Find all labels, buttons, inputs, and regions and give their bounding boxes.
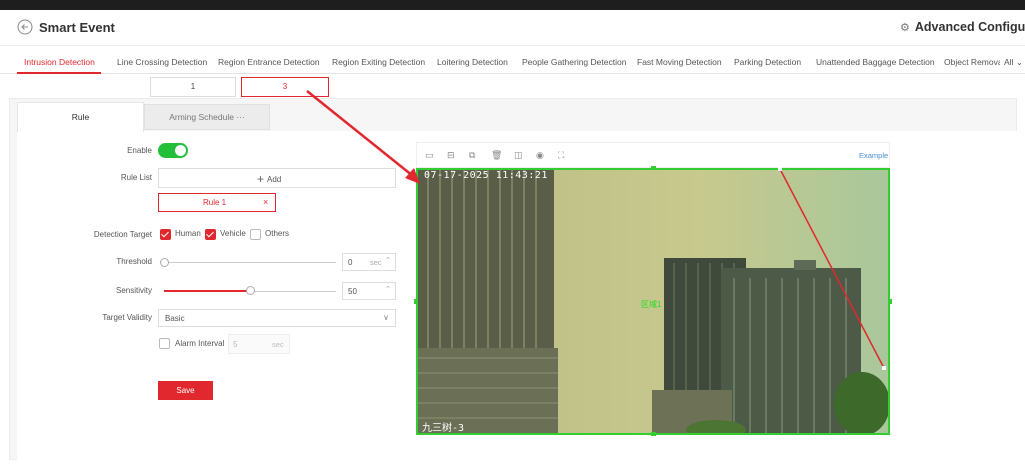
alarm-interval-input[interactable]: 5 sec (228, 334, 290, 354)
page-header: Smart Event ⚙ Advanced Configuratio (0, 10, 1025, 46)
spinner-icon[interactable]: ⌃ (385, 256, 391, 264)
window-top-bar (0, 0, 1025, 10)
delete-icon[interactable]: 🗑 (491, 150, 502, 161)
enable-label: Enable (127, 146, 152, 155)
gear-icon: ⚙ (900, 22, 910, 34)
back-arrow-icon[interactable] (17, 19, 33, 35)
rule-list-box: + Add (158, 168, 396, 188)
alarm-interval-unit: sec (272, 340, 284, 349)
tab-unattended-baggage-detection[interactable]: Unattended Baggage Detection (816, 57, 935, 67)
others-label: Others (265, 229, 290, 238)
tab-fast-moving-detection[interactable]: Fast Moving Detection (637, 57, 722, 67)
tab-line-crossing-detection[interactable]: Line Crossing Detection (117, 57, 207, 67)
toggle-knob (175, 145, 186, 156)
tab-arming-schedule[interactable]: Arming Schedule ··· (144, 104, 270, 130)
sensitivity-slider-handle[interactable] (246, 286, 255, 295)
alarm-interval-label: Alarm Interval (175, 339, 225, 348)
draw-area-icon[interactable]: ▭ (425, 150, 434, 161)
tab-intrusion-detection[interactable]: Intrusion Detection (24, 57, 95, 67)
threshold-value: 0 (348, 258, 353, 267)
add-rule-label: Add (267, 175, 282, 184)
tab-loitering-detection[interactable]: Loitering Detection (437, 57, 508, 67)
alarm-interval-checkbox[interactable] (159, 338, 170, 349)
channel-tab-3[interactable]: 3 (241, 77, 329, 97)
rule-item[interactable]: Rule 1 × (158, 193, 276, 212)
vehicle-checkbox[interactable] (205, 229, 216, 240)
add-rule-button[interactable]: + Add (257, 172, 281, 186)
tab-region-entrance-detection[interactable]: Region Entrance Detection (218, 57, 320, 67)
alarm-interval-value: 5 (233, 340, 238, 349)
fullscreen-icon[interactable]: ⛶ (558, 150, 564, 161)
page-title: Smart Event (39, 20, 115, 35)
vehicle-label: Vehicle (220, 229, 246, 238)
sensitivity-slider-fill (164, 290, 250, 292)
region-label: 区域1 (641, 300, 662, 309)
target-validity-label: Target Validity (102, 313, 152, 322)
enable-toggle[interactable] (158, 143, 188, 158)
record-icon[interactable]: ◉ (536, 150, 544, 161)
osd-timestamp: 07-17-2025 11:43:21 (424, 170, 548, 181)
sensitivity-input[interactable]: 50 ⌃ (342, 282, 396, 300)
human-checkbox[interactable] (160, 229, 171, 240)
threshold-input[interactable]: 0 sec ⌃ (342, 253, 396, 271)
max-size-icon[interactable]: ⊟ (447, 150, 455, 161)
chevron-down-icon: ∨ (383, 313, 389, 322)
threshold-label: Threshold (116, 257, 152, 266)
advanced-configuration-link[interactable]: ⚙ Advanced Configuratio (900, 20, 1025, 34)
threshold-unit: sec (370, 258, 382, 267)
snapshot-icon[interactable]: ◫ (514, 150, 523, 161)
plus-icon: + (257, 172, 265, 186)
human-label: Human (175, 229, 201, 238)
min-size-icon[interactable]: ⧉ (469, 150, 475, 161)
threshold-slider-handle[interactable] (160, 258, 169, 267)
sensitivity-value: 50 (348, 287, 357, 296)
chevron-down-icon: ⌄ (1015, 57, 1023, 67)
active-tab-indicator (17, 72, 101, 74)
video-toolbar: ▭ ⊟ ⧉ 🗑 ◫ ◉ ⛶ Example (416, 142, 890, 168)
rule-list-label: Rule List (120, 173, 152, 182)
detection-tabs: Intrusion Detection Line Crossing Detect… (0, 47, 1025, 74)
example-link[interactable]: Example (859, 151, 888, 160)
tab-all-dropdown[interactable]: All ⌄ (1004, 57, 1023, 68)
others-checkbox[interactable] (250, 229, 261, 240)
sensitivity-label: Sensitivity (115, 286, 152, 295)
threshold-slider-track[interactable] (164, 262, 336, 263)
save-button[interactable]: Save (158, 381, 213, 400)
tab-region-exiting-detection[interactable]: Region Exiting Detection (332, 57, 425, 67)
advanced-configuration-label: Advanced Configuratio (914, 20, 1025, 34)
detection-target-label: Detection Target (93, 230, 152, 239)
spinner-icon[interactable]: ⌃ (385, 285, 391, 293)
target-validity-select[interactable]: Basic ∨ (158, 309, 396, 327)
close-icon[interactable]: × (263, 197, 268, 207)
target-validity-value: Basic (165, 314, 185, 323)
tab-parking-detection[interactable]: Parking Detection (734, 57, 801, 67)
osd-camera-name: 九三树-3 (422, 423, 465, 434)
tab-all-label: All (1004, 57, 1014, 67)
rule-item-label: Rule 1 (203, 198, 227, 207)
tab-people-gathering-detection[interactable]: People Gathering Detection (522, 57, 626, 67)
channel-tab-1[interactable]: 1 (150, 77, 236, 97)
tab-rule[interactable]: Rule (17, 102, 144, 132)
tab-object-removal[interactable]: Object Remova (944, 57, 1000, 67)
